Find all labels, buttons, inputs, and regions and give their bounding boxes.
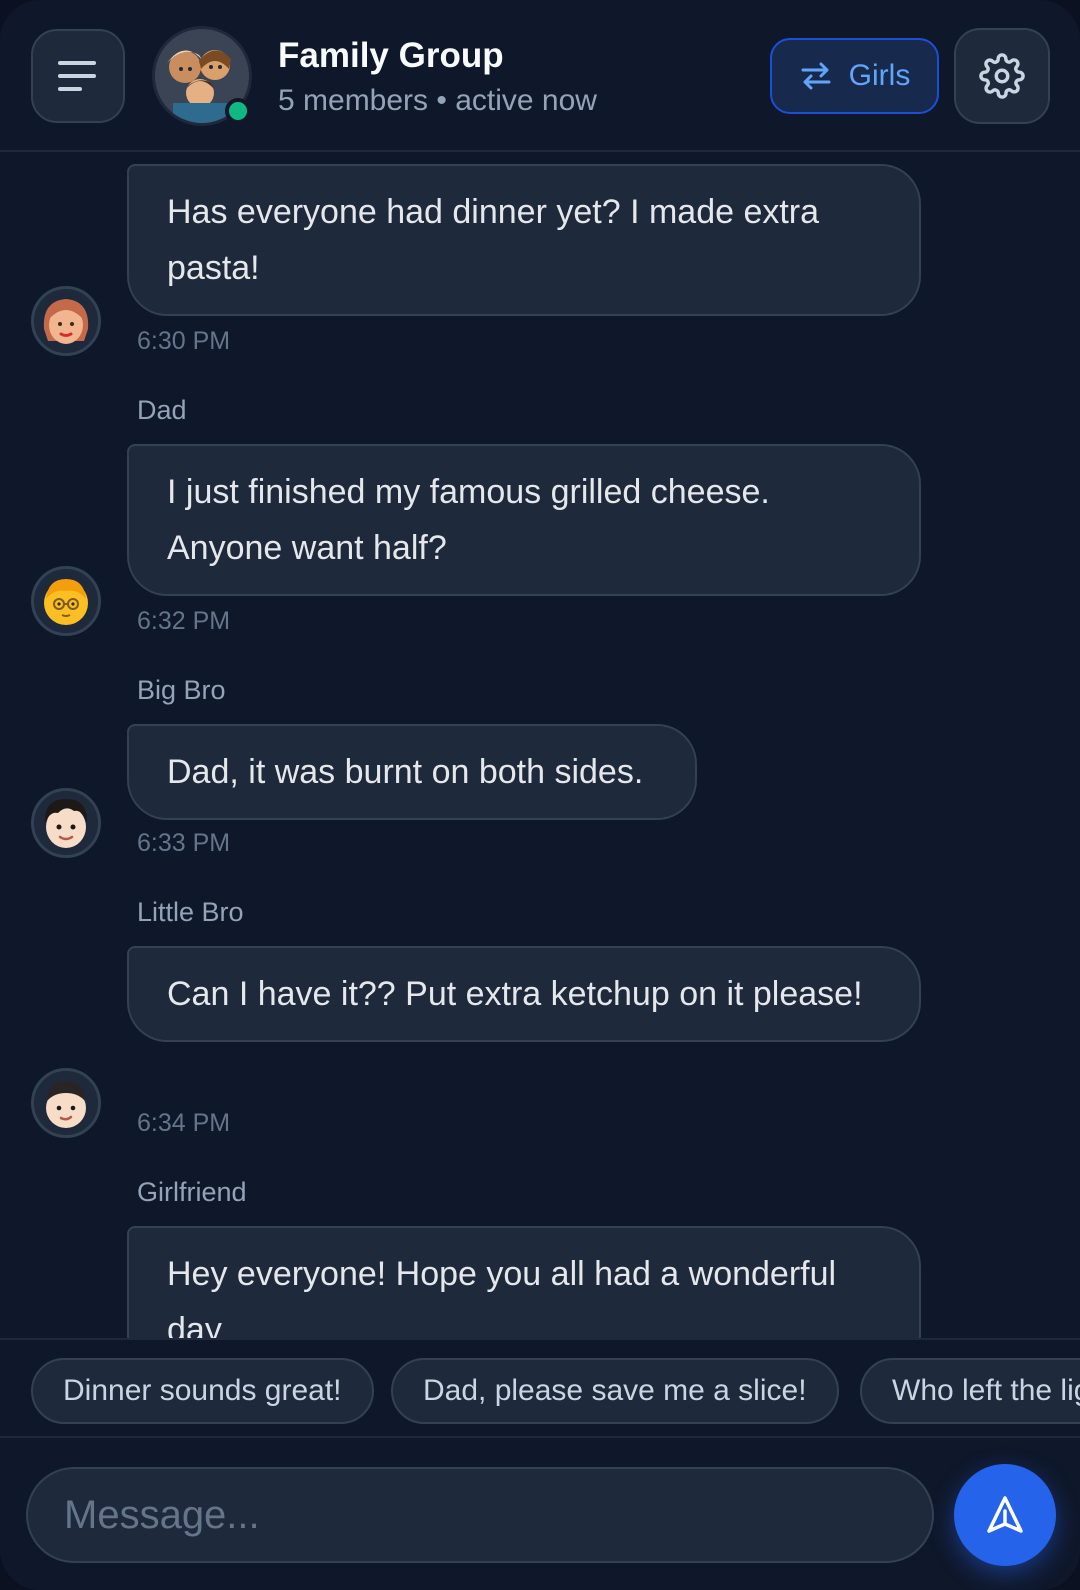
- message-sender: Big Bro: [137, 675, 226, 705]
- online-status-dot: [225, 98, 251, 124]
- message-sender: Dad: [137, 395, 187, 425]
- swap-icon: [801, 62, 831, 90]
- message-list[interactable]: Has everyone had dinner yet? I made extr…: [0, 153, 1080, 1338]
- switch-group-label: Girls: [848, 59, 911, 92]
- message-sender: Little Bro: [137, 897, 244, 927]
- message-sender: Girlfriend: [137, 1177, 247, 1207]
- big-bro-avatar[interactable]: [31, 788, 101, 858]
- send-button[interactable]: [954, 1464, 1056, 1566]
- chat-screen: Family Group 5 members • active now Girl…: [0, 0, 1080, 1590]
- quick-reply-chip[interactable]: Who left the lig: [860, 1358, 1080, 1424]
- message-bubble[interactable]: Dad, it was burnt on both sides.: [127, 724, 697, 820]
- message-bubble[interactable]: I just finished my famous grilled cheese…: [127, 444, 921, 596]
- gear-icon: [979, 53, 1025, 99]
- little-bro-avatar[interactable]: [31, 1068, 101, 1138]
- dad-avatar[interactable]: [31, 566, 101, 636]
- message-time: 6:32 PM: [137, 607, 231, 635]
- message-time: 6:30 PM: [137, 327, 231, 355]
- message-bubble[interactable]: Hey everyone! Hope you all had a wonderf…: [127, 1226, 921, 1338]
- message-composer: [0, 1440, 1080, 1590]
- chat-subtitle: 5 members • active now: [278, 84, 597, 117]
- quick-replies-bar[interactable]: Dinner sounds great! Dad, please save me…: [0, 1338, 1080, 1438]
- message-input[interactable]: [26, 1467, 934, 1563]
- message-time: 6:34 PM: [137, 1109, 231, 1137]
- chat-header: Family Group 5 members • active now Girl…: [0, 0, 1080, 152]
- message-bubble[interactable]: Can I have it?? Put extra ketchup on it …: [127, 946, 921, 1042]
- menu-button[interactable]: [31, 29, 125, 123]
- quick-reply-chip[interactable]: Dad, please save me a slice!: [391, 1358, 839, 1424]
- mom-avatar[interactable]: [31, 286, 101, 356]
- message-bubble[interactable]: Has everyone had dinner yet? I made extr…: [127, 164, 921, 316]
- send-icon: [987, 1496, 1023, 1533]
- switch-group-button[interactable]: Girls: [770, 38, 939, 114]
- chat-title: Family Group: [278, 36, 504, 75]
- quick-reply-chip[interactable]: Dinner sounds great!: [31, 1358, 374, 1424]
- menu-icon: [58, 61, 96, 91]
- settings-button[interactable]: [954, 28, 1050, 124]
- message-time: 6:33 PM: [137, 829, 231, 857]
